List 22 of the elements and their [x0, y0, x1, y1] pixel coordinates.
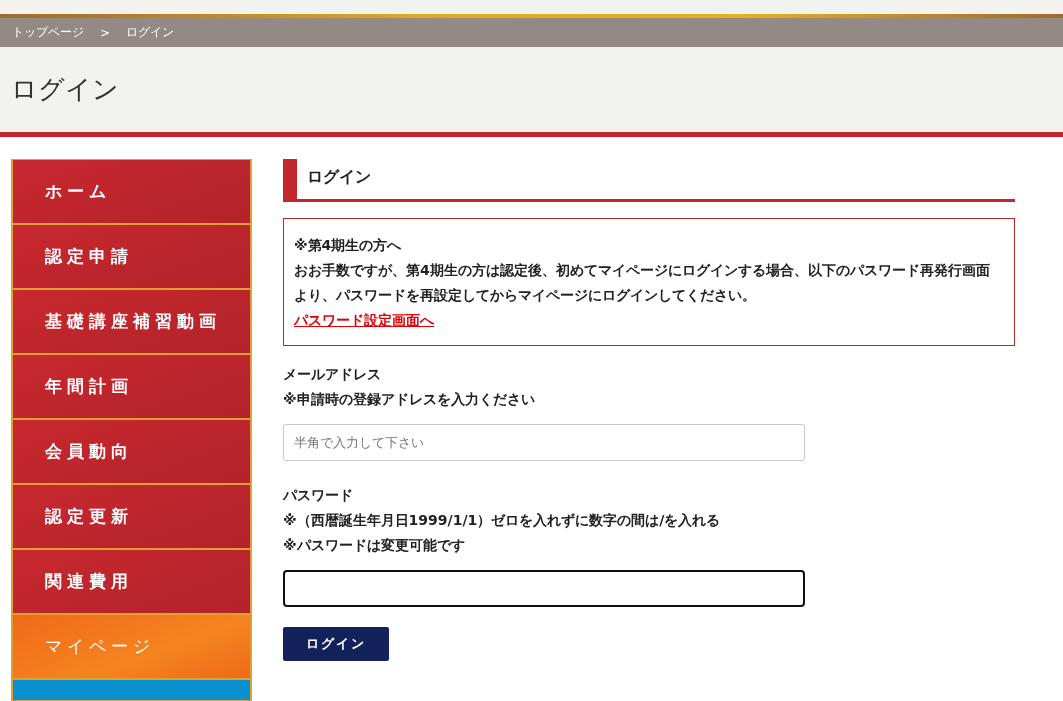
- input-field[interactable]: [283, 570, 805, 607]
- field-note: ※（西暦誕生年月日1999/1/1）ゼロを入れずに数字の間は/を入れる: [283, 511, 722, 530]
- field-label: メールアドレス: [283, 365, 382, 384]
- password-reset-link[interactable]: パスワード設定画面へ: [294, 312, 434, 328]
- breadcrumb-item: トップページ: [12, 24, 84, 41]
- sidebar-item[interactable]: 会員動向: [11, 419, 252, 484]
- section-title: ログイン: [283, 159, 1015, 202]
- notice-text: おお手数ですが、第4期生の方は認定後、初めてマイページにログインする場合、以下のパスワード再発行画面より、パスワードを再設定してからマイページにログインしてください。: [294, 261, 990, 305]
- field-note: ※申請時の登録アドレスを入力ください: [283, 390, 536, 409]
- breadcrumb-item: ログイン: [126, 24, 175, 41]
- sidebar-item[interactable]: 基礎講座補習動画: [11, 289, 252, 354]
- sidebar-item[interactable]: ホーム: [11, 159, 252, 224]
- sidebar-item[interactable]: 認定更新: [11, 484, 252, 549]
- sidebar-item[interactable]: 年間計画: [11, 354, 252, 419]
- field-label: パスワード: [283, 486, 354, 505]
- sidebar-item[interactable]: 関連費用: [11, 549, 252, 614]
- notice-title: ※第4期生の方へ: [294, 236, 403, 255]
- sidebar-item[interactable]: 認定申請: [11, 224, 252, 289]
- breadcrumb-item: >: [100, 25, 111, 40]
- field-note: ※パスワードは変更可能です: [283, 536, 466, 555]
- login-button[interactable]: ログイン: [283, 627, 389, 661]
- page-title: ログイン: [11, 73, 119, 106]
